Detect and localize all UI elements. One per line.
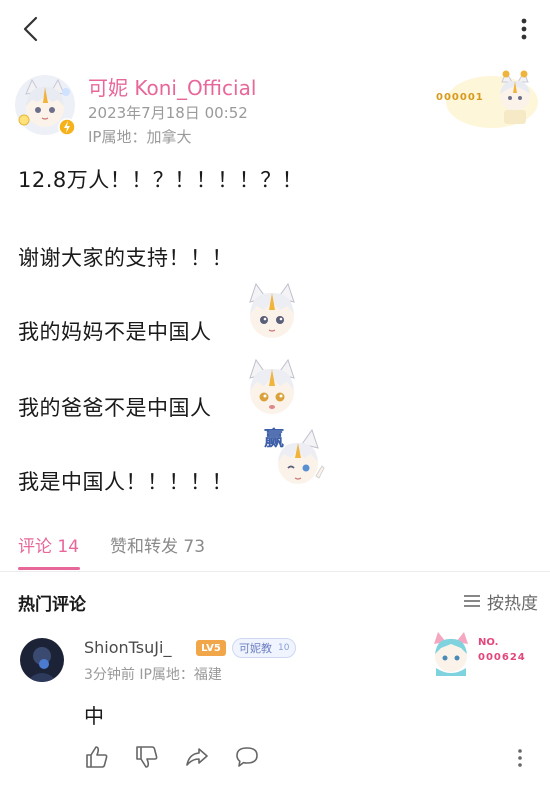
post-author-header: 可妮 Koni_Official 2023年7月18日 00:52 IP属地：加… [8, 68, 542, 148]
verified-badge-icon [58, 118, 76, 136]
sort-label: 按热度 [487, 593, 538, 614]
fan-group-level: 10 [278, 643, 290, 653]
more-options-button[interactable] [514, 14, 534, 44]
comment-item: ShionTsuJi_ LV5 可妮教 10 3分钟前 IP属地：福建 NO. … [0, 628, 550, 798]
fan-group-name: 可妮教 [239, 642, 272, 655]
fan-card-number: 000624 [478, 652, 526, 663]
commenter-name[interactable]: ShionTsuJi_ [84, 638, 171, 657]
sort-lines-icon [464, 595, 480, 607]
commenter-fan-card[interactable]: NO. 000624 [426, 628, 526, 678]
fan-card-label: NO. [478, 637, 499, 648]
thumbs-up-icon [86, 746, 108, 768]
thumbs-down-icon [136, 746, 158, 768]
post-line: 我是中国人！！！！！ [18, 470, 233, 494]
hot-comments-header: 热门评论 按热度 [0, 584, 550, 618]
post-line: 12.8万人！！？！！！！？！ [18, 168, 304, 192]
top-bar [0, 0, 550, 58]
share-button[interactable] [184, 744, 210, 770]
share-icon [186, 748, 208, 766]
win-sticker: 赢 [264, 426, 328, 490]
author-avatar[interactable] [12, 72, 78, 138]
user-level-badge: LV5 [196, 640, 226, 656]
tab-likes-reposts[interactable]: 赞和转发 73 [110, 532, 205, 557]
back-button[interactable] [18, 14, 46, 44]
cat-girl-sticker [240, 280, 304, 344]
post-line: 谢谢大家的支持！！！ [18, 246, 233, 270]
post-line: 我的妈妈不是中国人 [18, 320, 212, 344]
author-fan-card[interactable]: 000001 [426, 68, 538, 130]
comment-bubble-icon [236, 747, 258, 767]
active-tab-indicator [18, 567, 80, 570]
comment-actions [84, 744, 534, 774]
dislike-button[interactable] [134, 744, 160, 770]
back-arrow-icon [23, 16, 38, 42]
cat-girl-sticker [240, 356, 304, 420]
fan-group-badge[interactable]: 可妮教 10 [232, 638, 296, 658]
hot-comments-title: 热门评论 [18, 595, 86, 615]
post-line: 我的爸爸不是中国人 [18, 396, 212, 420]
tab-comments[interactable]: 评论 14 [18, 532, 79, 557]
post-tabs: 评论 14 赞和转发 73 [0, 520, 550, 572]
like-button[interactable] [84, 744, 110, 770]
author-name[interactable]: 可妮 Koni_Official [88, 72, 256, 101]
comment-text: 中 [84, 704, 104, 728]
comment-meta: 3分钟前 IP属地：福建 [84, 667, 222, 683]
author-fan-number: 000001 [436, 92, 484, 103]
post-ip-location: IP属地：加拿大 [88, 128, 192, 146]
reply-button[interactable] [234, 744, 260, 770]
post-timestamp: 2023年7月18日 00:52 [88, 104, 248, 122]
more-vertical-icon [521, 18, 527, 40]
comment-more-button[interactable] [514, 746, 526, 770]
more-vertical-icon [518, 749, 522, 767]
sort-by-hot-button[interactable]: 按热度 [463, 588, 538, 614]
commenter-avatar[interactable] [20, 638, 64, 682]
tabs-divider [0, 571, 550, 572]
sticker-caption: 赢 [264, 426, 284, 450]
